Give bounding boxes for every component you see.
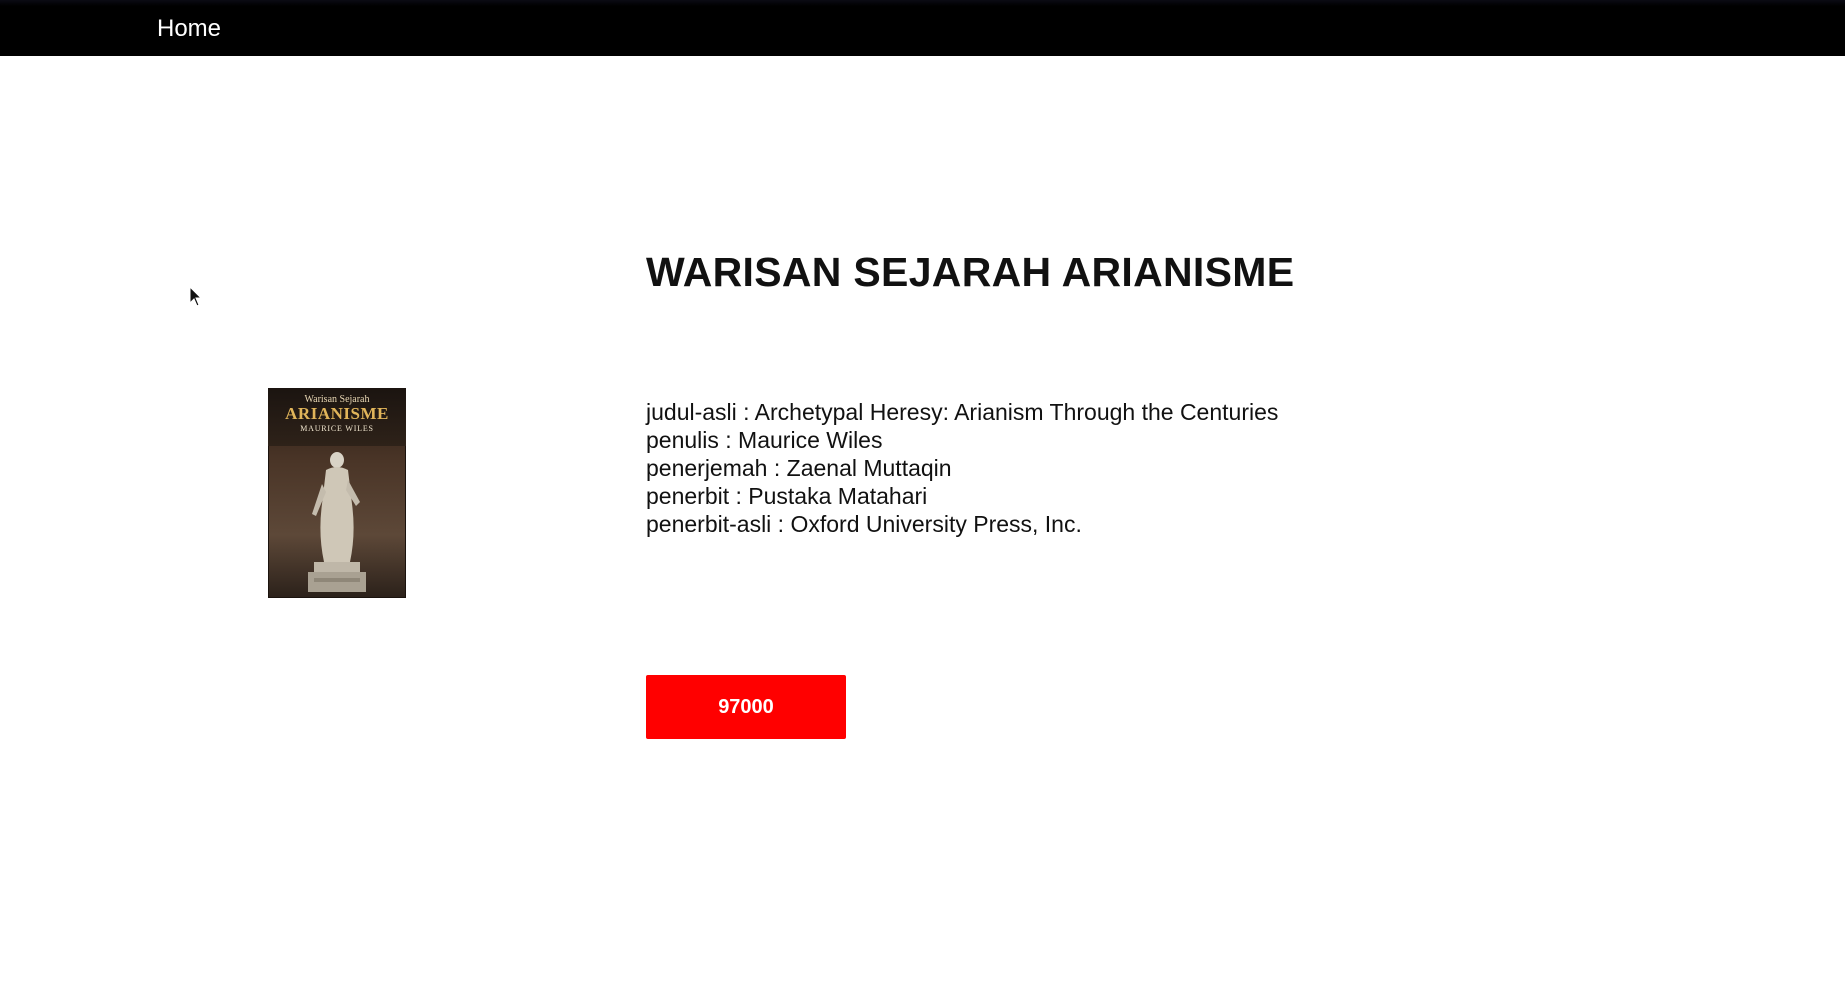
mouse-cursor-icon: [189, 286, 203, 307]
book-title: WARISAN SEJARAH ARIANISME: [646, 249, 1295, 295]
nav-home-link[interactable]: Home: [157, 15, 221, 44]
detail-penerjemah: penerjemah : Zaenal Muttaqin: [646, 455, 952, 481]
statue-illustration: [308, 452, 366, 592]
cover-author: MAURICE WILES: [300, 424, 374, 433]
top-navbar: Home: [0, 0, 1845, 56]
cover-title: Arianisme: [285, 404, 389, 423]
detail-penerbit: penerbit : Pustaka Matahari: [646, 483, 928, 509]
detail-penerbit-asli: penerbit-asli : Oxford University Press,…: [646, 511, 1082, 537]
book-details: judul-asli : Archetypal Heresy: Arianism…: [646, 398, 1278, 538]
detail-penulis: penulis : Maurice Wiles: [646, 427, 883, 453]
detail-judul-asli: judul-asli : Archetypal Heresy: Arianism…: [646, 399, 1279, 425]
book-cover-image: Warisan Sejarah Arianisme MAURICE WILES: [268, 388, 406, 598]
price-button[interactable]: 97000: [646, 675, 846, 739]
